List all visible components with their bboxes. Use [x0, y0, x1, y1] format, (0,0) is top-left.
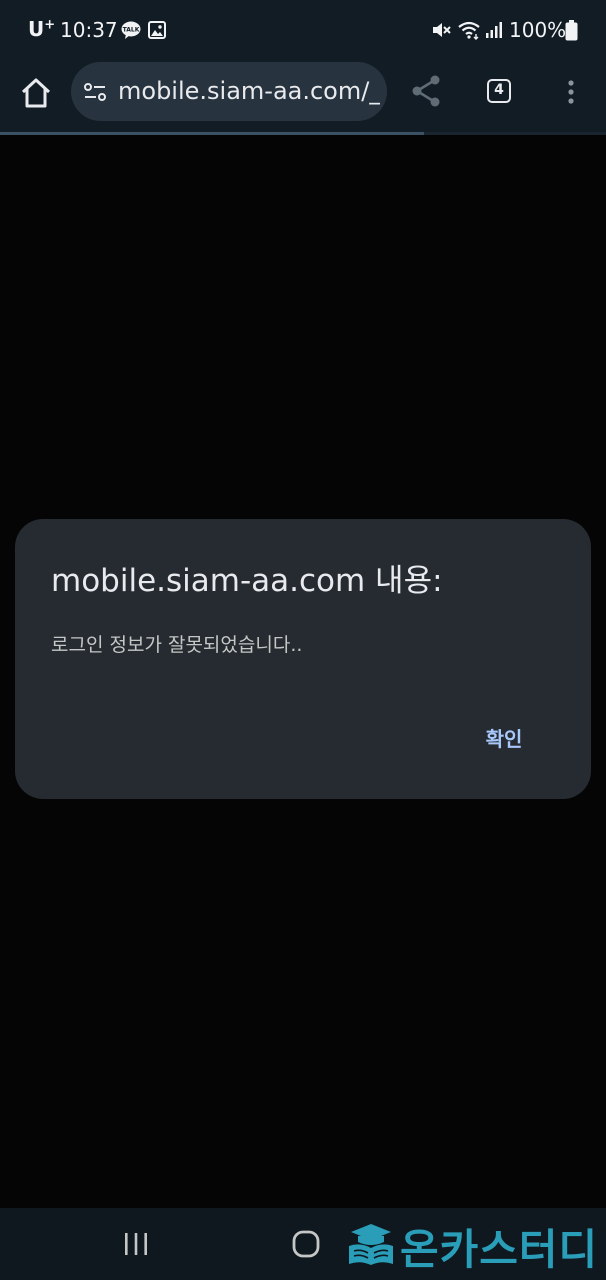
- battery-icon: [565, 20, 578, 41]
- home-icon[interactable]: [291, 1229, 321, 1259]
- share-icon[interactable]: [410, 74, 442, 108]
- alert-dialog: mobile.siam-aa.com 내용: 로그인 정보가 잘못되었습니다..…: [15, 519, 591, 799]
- dialog-message: 로그인 정보가 잘못되었습니다..: [51, 634, 303, 656]
- more-vert-icon[interactable]: [563, 78, 579, 106]
- site-settings-icon[interactable]: [83, 81, 107, 103]
- address-bar[interactable]: mobile.siam-aa.com/_: [71, 62, 387, 121]
- carrier-label: U+: [28, 17, 56, 41]
- book-logo-icon: [349, 1224, 393, 1265]
- wifi-icon: [458, 21, 480, 40]
- signal-icon: [486, 22, 502, 38]
- url-text[interactable]: mobile.siam-aa.com/_: [118, 77, 380, 105]
- watermark-text: 온카스터디: [400, 1225, 599, 1274]
- recent-apps-icon[interactable]: [122, 1232, 150, 1256]
- battery-percent: 100%: [509, 18, 567, 42]
- dialog-title: mobile.siam-aa.com 내용:: [51, 563, 443, 599]
- tab-switcher-button[interactable]: 4: [487, 79, 511, 103]
- home-icon[interactable]: [18, 75, 54, 111]
- browser-screen: U+ 10:37 TALK 100% mobile.siam-aa.com/_ …: [0, 0, 606, 1280]
- mute-icon: [433, 23, 451, 37]
- watermark: 온카스터디: [344, 1218, 602, 1274]
- status-bar: U+ 10:37 TALK 100%: [0, 0, 606, 62]
- browser-toolbar: mobile.siam-aa.com/_ 4: [0, 62, 606, 132]
- system-nav-bar: 온카스터디: [0, 1208, 606, 1280]
- svg-text:TALK: TALK: [123, 27, 140, 34]
- status-clock: 10:37: [60, 18, 118, 42]
- gallery-icon: [148, 21, 166, 39]
- dialog-ok-button[interactable]: 확인: [467, 719, 541, 759]
- kakaotalk-icon: TALK: [121, 21, 141, 39]
